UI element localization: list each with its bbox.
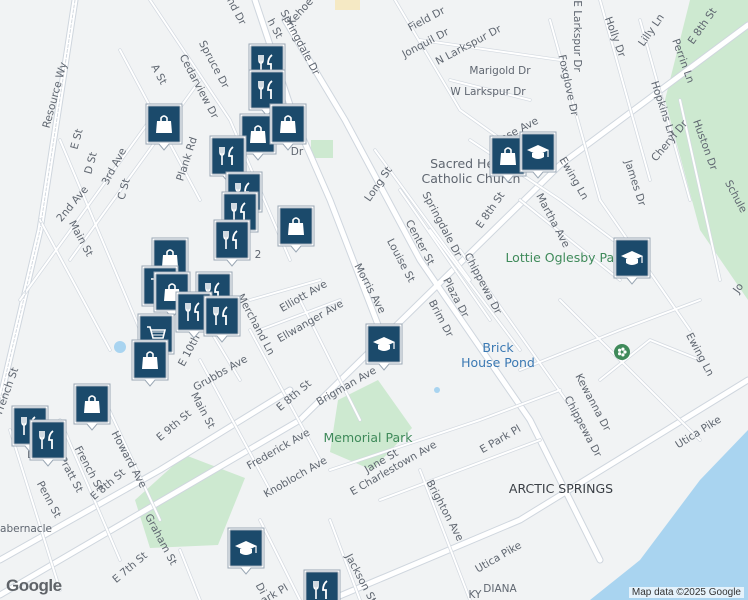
map-pin-school[interactable]	[227, 527, 265, 575]
map-attribution: Map data ©2025 Google	[628, 587, 744, 598]
poi-label-arctic-springs[interactable]: ARCTIC SPRINGS	[509, 481, 613, 496]
map-pin-shopping-bag[interactable]	[269, 103, 307, 151]
map-canvas[interactable]: Kehoe Ln Field DrJonquil DrN Larkspur Dr E…	[0, 0, 748, 600]
street-label-w-larkspur-dr: W Larkspur Dr	[450, 86, 526, 98]
street-label-two: 2	[255, 249, 262, 261]
street-label-diana: DIANA	[483, 583, 517, 595]
map-pin-shopping-bag[interactable]	[73, 383, 111, 431]
poi-label-memorial-park[interactable]: Memorial Park	[323, 430, 413, 445]
map-pin-shopping-bag[interactable]	[277, 205, 315, 253]
street-label-tabernacle: abernacle	[0, 523, 52, 535]
map-pin-school[interactable]	[365, 323, 403, 371]
map-pin-school[interactable]	[519, 131, 557, 179]
street-label-e-larkspur-dr: E Larkspur Dr	[571, 0, 583, 72]
map-pin-restaurant[interactable]	[213, 219, 251, 267]
map-pin-school[interactable]	[613, 237, 651, 285]
map-pin-shopping-bag[interactable]	[145, 103, 183, 151]
map-pin-shopping-bag[interactable]	[131, 339, 169, 387]
street-label-dr-small: Dr	[291, 146, 304, 158]
map-pin-restaurant[interactable]	[29, 419, 67, 467]
google-logo: Google	[6, 576, 62, 595]
street-label-ky: KY	[469, 589, 483, 600]
map-pin-restaurant[interactable]	[303, 569, 341, 600]
map-pin-restaurant[interactable]	[203, 295, 241, 343]
poi-label-lottie-oglesby-park[interactable]: Lottie Oglesby Park	[505, 250, 627, 265]
park-flower-icon	[614, 344, 630, 360]
street-label-marigold-dr: Marigold Dr	[469, 65, 531, 77]
